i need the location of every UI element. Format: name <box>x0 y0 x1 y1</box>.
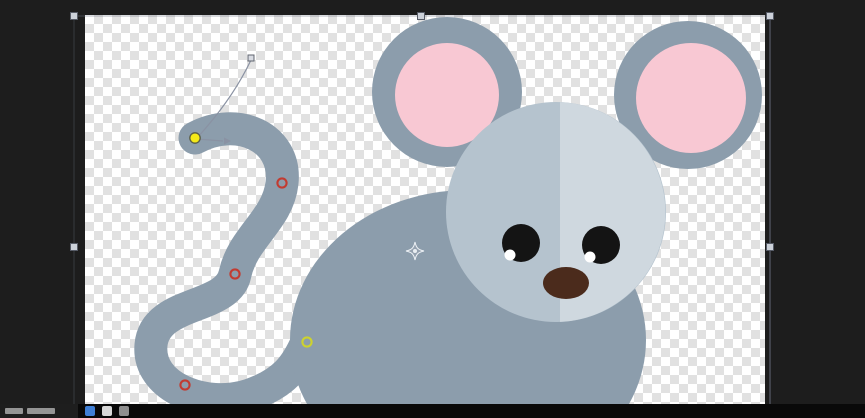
taskbar-app-1-icon[interactable] <box>85 406 95 416</box>
mouse-eye-right-highlight <box>585 252 596 263</box>
selection-handle-top-right[interactable] <box>767 13 774 20</box>
mouse-nose[interactable] <box>543 267 589 299</box>
mouse-artwork <box>85 15 765 404</box>
taskbar <box>0 404 865 418</box>
application-window <box>0 0 865 418</box>
taskbar-start-button[interactable] <box>0 404 78 418</box>
taskbar-app-2-icon[interactable] <box>102 406 112 416</box>
selection-handle-middle-right[interactable] <box>767 244 774 251</box>
mouse-eye-left-highlight <box>505 250 516 261</box>
taskbar-icons <box>78 406 129 416</box>
mouse-tail-path[interactable] <box>151 129 307 400</box>
taskbar-start-label-blur <box>27 408 55 414</box>
taskbar-start-label-blur <box>5 408 23 414</box>
mouse-ear-right-inner[interactable] <box>636 43 746 153</box>
selection-handle-top-left[interactable] <box>71 13 78 20</box>
taskbar-app-3-icon[interactable] <box>119 406 129 416</box>
canvas[interactable] <box>85 15 765 404</box>
selection-handle-middle-left[interactable] <box>71 244 78 251</box>
